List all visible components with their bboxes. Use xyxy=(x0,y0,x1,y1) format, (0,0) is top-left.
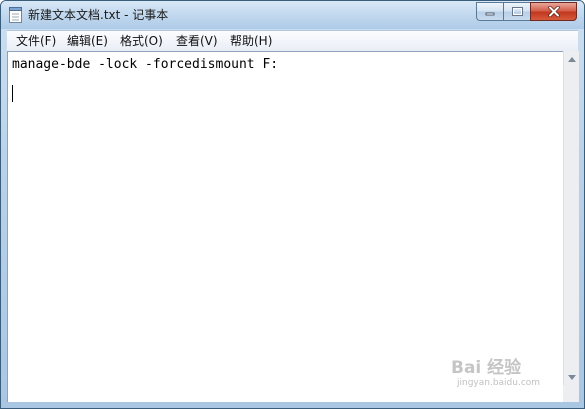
vertical-scrollbar[interactable] xyxy=(563,51,579,385)
menu-edit[interactable]: 编辑(E) xyxy=(67,33,108,50)
menu-file[interactable]: 文件(F) xyxy=(16,33,56,50)
close-icon xyxy=(547,6,560,17)
close-button[interactable] xyxy=(530,2,577,21)
notepad-window: 新建文本文档.txt - 记事本 文件(F) 编辑(E) 格式(O) 查看(V)… xyxy=(0,0,585,409)
minimize-icon xyxy=(485,12,495,15)
menu-help[interactable]: 帮助(H) xyxy=(230,33,272,50)
minimize-button[interactable] xyxy=(476,2,504,21)
window-title: 新建文本文档.txt - 记事本 xyxy=(28,8,169,22)
maximize-button[interactable] xyxy=(503,2,531,21)
scroll-up-arrow-icon xyxy=(567,56,576,62)
title-bar[interactable]: 新建文本文档.txt - 记事本 xyxy=(1,1,584,29)
menu-bar: 文件(F) 编辑(E) 格式(O) 查看(V) 帮助(H) xyxy=(7,30,578,51)
notepad-icon xyxy=(9,7,22,23)
scroll-down-arrow-icon xyxy=(567,374,576,380)
scroll-up-button[interactable] xyxy=(564,51,579,67)
scrollbar-corner xyxy=(563,385,579,402)
menu-view[interactable]: 查看(V) xyxy=(176,33,218,50)
editor-text[interactable]: manage-bde -lock -forcedismount F: xyxy=(12,56,278,74)
text-caret xyxy=(12,85,13,102)
maximize-icon xyxy=(511,7,523,16)
scroll-down-button[interactable] xyxy=(564,369,579,385)
text-editor-area[interactable]: manage-bde -lock -forcedismount F: xyxy=(7,51,563,402)
menu-format[interactable]: 格式(O) xyxy=(120,33,163,50)
